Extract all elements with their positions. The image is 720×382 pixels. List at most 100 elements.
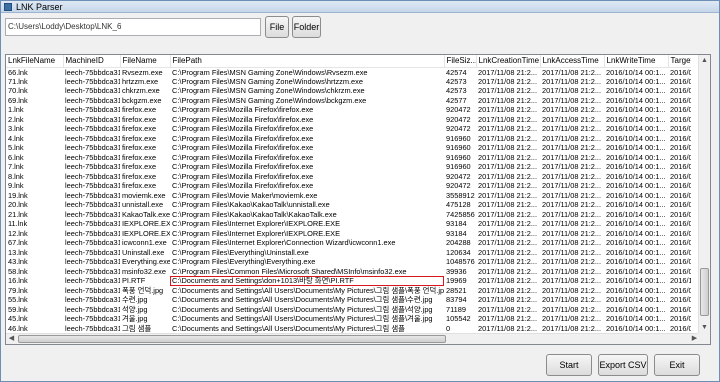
table-row[interactable]: 66.lnk leech-75bbdca31c Rvsezm.exe C:\Progr… — [6, 67, 691, 77]
file-button[interactable]: File — [265, 16, 289, 38]
table-row[interactable]: 1.lnk leech-75bbdca31c firefox.exe C:\Progr… — [6, 105, 691, 115]
table-cell: leech-75bbdca31c — [65, 200, 120, 210]
table-cell: 2016/10/14 00:1... — [606, 105, 666, 115]
table-cell: C:\Program Files\Internet Explorer\Conne… — [172, 238, 396, 248]
vertical-scroll-thumb[interactable] — [700, 268, 709, 316]
column-header[interactable]: MachineID — [63, 55, 121, 68]
table-row[interactable]: 2.lnk leech-75bbdca31c firefox.exe C:\Progr… — [6, 114, 691, 124]
table-row[interactable]: 7.lnk leech-75bbdca31c firefox.exe C:\Progr… — [6, 162, 691, 172]
table-row[interactable]: 43.lnk leech-75bbdca31c Everything.exe C:\P… — [6, 257, 691, 267]
table-cell: 6.lnk — [8, 152, 24, 162]
results-grid[interactable]: LnkFileName MachineID FileName FilePath File… — [5, 54, 711, 345]
table-cell: C:\Program Files\Mozilla Firefox\firefox… — [172, 181, 314, 191]
column-header[interactable]: FileName — [120, 55, 171, 68]
column-header[interactable]: LnkCreationTime — [476, 55, 541, 68]
table-cell: C:\Program Files\Mozilla Firefox\firefox… — [172, 133, 314, 143]
table-cell: 5.lnk — [8, 143, 24, 153]
table-row[interactable]: 67.lnk leech-75bbdca31c icwconn1.exe C:\Pro… — [6, 238, 691, 248]
table-cell: 2017/11/08 21:2... — [478, 323, 538, 333]
table-row[interactable]: 4.lnk leech-75bbdca31c firefox.exe C:\Progr… — [6, 133, 691, 143]
table-cell: leech-75bbdca31c — [65, 295, 120, 305]
table-row[interactable]: 21.lnk leech-75bbdca31c KakaoTalk.exe C:\Pr… — [6, 209, 691, 219]
column-header[interactable]: FilePath — [170, 55, 445, 68]
table-cell: 93184 — [446, 228, 467, 238]
column-header[interactable]: FileSiz... — [444, 55, 477, 68]
path-input[interactable]: C:\Users\Loddy\Desktop\LNK_6 — [5, 18, 261, 36]
table-row[interactable]: 70.lnk leech-75bbdca31c chkrzm.exe C:\Progr… — [6, 86, 691, 96]
start-button[interactable]: Start — [546, 354, 592, 376]
table-cell: 2016/10/14 00:1... — [606, 95, 666, 105]
table-row[interactable]: 16.lnk leech-75bbdca31c PI.RTF C:\Documents… — [6, 276, 691, 286]
table-cell: 2016/10/14 00:1... — [606, 133, 666, 143]
exit-button[interactable]: Exit — [654, 354, 700, 376]
column-header[interactable]: LnkAccessTime — [540, 55, 605, 68]
table-row[interactable]: 19.lnk leech-75bbdca31c moviemk.exe C:\Prog… — [6, 190, 691, 200]
table-row[interactable]: 45.lnk leech-75bbdca31c 겨울.jpg C:\Documents… — [6, 314, 691, 324]
table-cell: firefox.exe — [122, 181, 157, 191]
table-cell: leech-75bbdca31c — [65, 114, 120, 124]
table-cell: 71.lnk — [8, 76, 28, 86]
table-cell: 2017/11/08 21:2... — [542, 304, 602, 314]
table-cell: leech-75bbdca31c — [65, 105, 120, 115]
table-cell: firefox.exe — [122, 114, 157, 124]
table-row[interactable]: 71.lnk leech-75bbdca31c hrtzzm.exe C:\Progr… — [6, 76, 691, 86]
table-cell: leech-75bbdca31c — [65, 228, 120, 238]
table-cell: C:\Program Files\Mozilla Firefox\firefox… — [172, 124, 314, 134]
table-cell: C:\Program Files\MSN Gaming Zone\Windows… — [172, 95, 367, 105]
table-cell: 16.lnk — [8, 276, 28, 286]
table-cell: 2016/09 — [670, 152, 691, 162]
table-cell: 2016/10/14 00:1... — [606, 219, 666, 229]
scroll-up-icon[interactable]: ▲ — [699, 55, 710, 67]
vertical-scrollbar[interactable]: ▲ ▼ — [698, 55, 710, 334]
table-row[interactable]: 20.lnk leech-75bbdca31c unnistall.exe C:\Pr… — [6, 200, 691, 210]
table-cell: C:\Program Files\Common Files\Microsoft … — [172, 266, 407, 276]
table-row[interactable]: 11.lnk leech-75bbdca31cIEXPLORE.EXEC:\Pro… — [6, 219, 691, 229]
table-row[interactable]: 59.lnk leech-75bbdca31c 석양.jpg C:\Documents… — [6, 304, 691, 314]
table-cell: 2016/10/14 00:1... — [606, 152, 666, 162]
folder-button[interactable]: Folder — [292, 16, 321, 38]
table-cell: 2017/11/08 21:2... — [478, 219, 538, 229]
table-row[interactable]: 6.lnk leech-75bbdca31c firefox.exe C:\Progr… — [6, 152, 691, 162]
table-row[interactable]: 12.lnk leech-75bbdca31cIEXPLORE.EXEC:\Pro… — [6, 228, 691, 238]
table-cell: 2016/10/14 00:1... — [606, 257, 666, 267]
table-row[interactable]: 46.lnk leech-75bbdca31c 그림 샘플 C:\Documents … — [6, 323, 691, 333]
table-cell: 2016/09 — [670, 86, 691, 96]
table-cell: 2016/09 — [670, 114, 691, 124]
table-row[interactable]: 13.lnk leech-75bbdca31c Uninstall.exe C:\Pr… — [6, 247, 691, 257]
table-cell: 2017/11/08 21:2... — [478, 314, 538, 324]
horizontal-scrollbar[interactable]: ◀ ▶ — [6, 333, 700, 344]
scroll-left-icon[interactable]: ◀ — [6, 334, 17, 344]
table-cell: C:\Documents and Settings\All Users\Docu… — [172, 295, 433, 305]
table-row[interactable]: 69.lnk leech-75bbdca31c bckgzm.exe C:\Progr… — [6, 95, 691, 105]
table-cell: C:\Program Files\MSN Gaming Zone\Windows… — [172, 76, 363, 86]
table-cell: 39936 — [446, 266, 467, 276]
app-icon — [4, 3, 12, 11]
table-cell: icwconn1.exe — [122, 238, 167, 248]
table-cell: 2017/11/08 21:2... — [478, 295, 538, 305]
title-bar: LNK Parser — [1, 1, 719, 13]
table-cell: 2017/11/08 21:2... — [478, 124, 538, 134]
table-row[interactable]: 9.lnk leech-75bbdca31c firefox.exe C:\Progr… — [6, 181, 691, 191]
table-cell: 2017/11/08 21:2... — [542, 228, 602, 238]
table-cell: C:\Program Files\Kakao\KakaoTalk\KakaoTa… — [172, 209, 337, 219]
table-cell: 2017/11/08 21:2... — [478, 190, 538, 200]
table-row[interactable]: 79.lnk leech-75bbdca31c 폭풍 언덕.jpg C:\Docume… — [6, 285, 691, 295]
column-header[interactable]: TargetC — [668, 55, 691, 68]
table-cell: 2017/11/08 21:2... — [478, 285, 538, 295]
table-cell: 19969 — [446, 276, 467, 286]
table-cell: C:\Program Files\Mozilla Firefox\firefox… — [172, 152, 314, 162]
table-cell: 1048576 — [446, 257, 475, 267]
table-row[interactable]: 58.lnk leech-75bbdca31c msinfo32.exe C:\Pro… — [6, 266, 691, 276]
column-header[interactable]: LnkWriteTime — [604, 55, 669, 68]
table-row[interactable]: 55.lnk leech-75bbdca31c 수련.jpg C:\Documents… — [6, 295, 691, 305]
column-header[interactable]: LnkFileName — [6, 55, 64, 68]
table-cell: 13.lnk — [8, 247, 28, 257]
table-row[interactable]: 5.lnk leech-75bbdca31c firefox.exe C:\Progr… — [6, 143, 691, 153]
export-csv-button[interactable]: Export CSV — [598, 354, 648, 376]
table-row[interactable]: 3.lnk leech-75bbdca31c firefox.exe C:\Progr… — [6, 124, 691, 134]
table-cell: 7.lnk — [8, 162, 24, 172]
horizontal-scroll-thumb[interactable] — [18, 335, 446, 343]
table-cell: 2016/09 — [670, 238, 691, 248]
table-cell: 2016/09 — [670, 95, 691, 105]
table-row[interactable]: 8.lnk leech-75bbdca31c firefox.exe C:\Progr… — [6, 171, 691, 181]
